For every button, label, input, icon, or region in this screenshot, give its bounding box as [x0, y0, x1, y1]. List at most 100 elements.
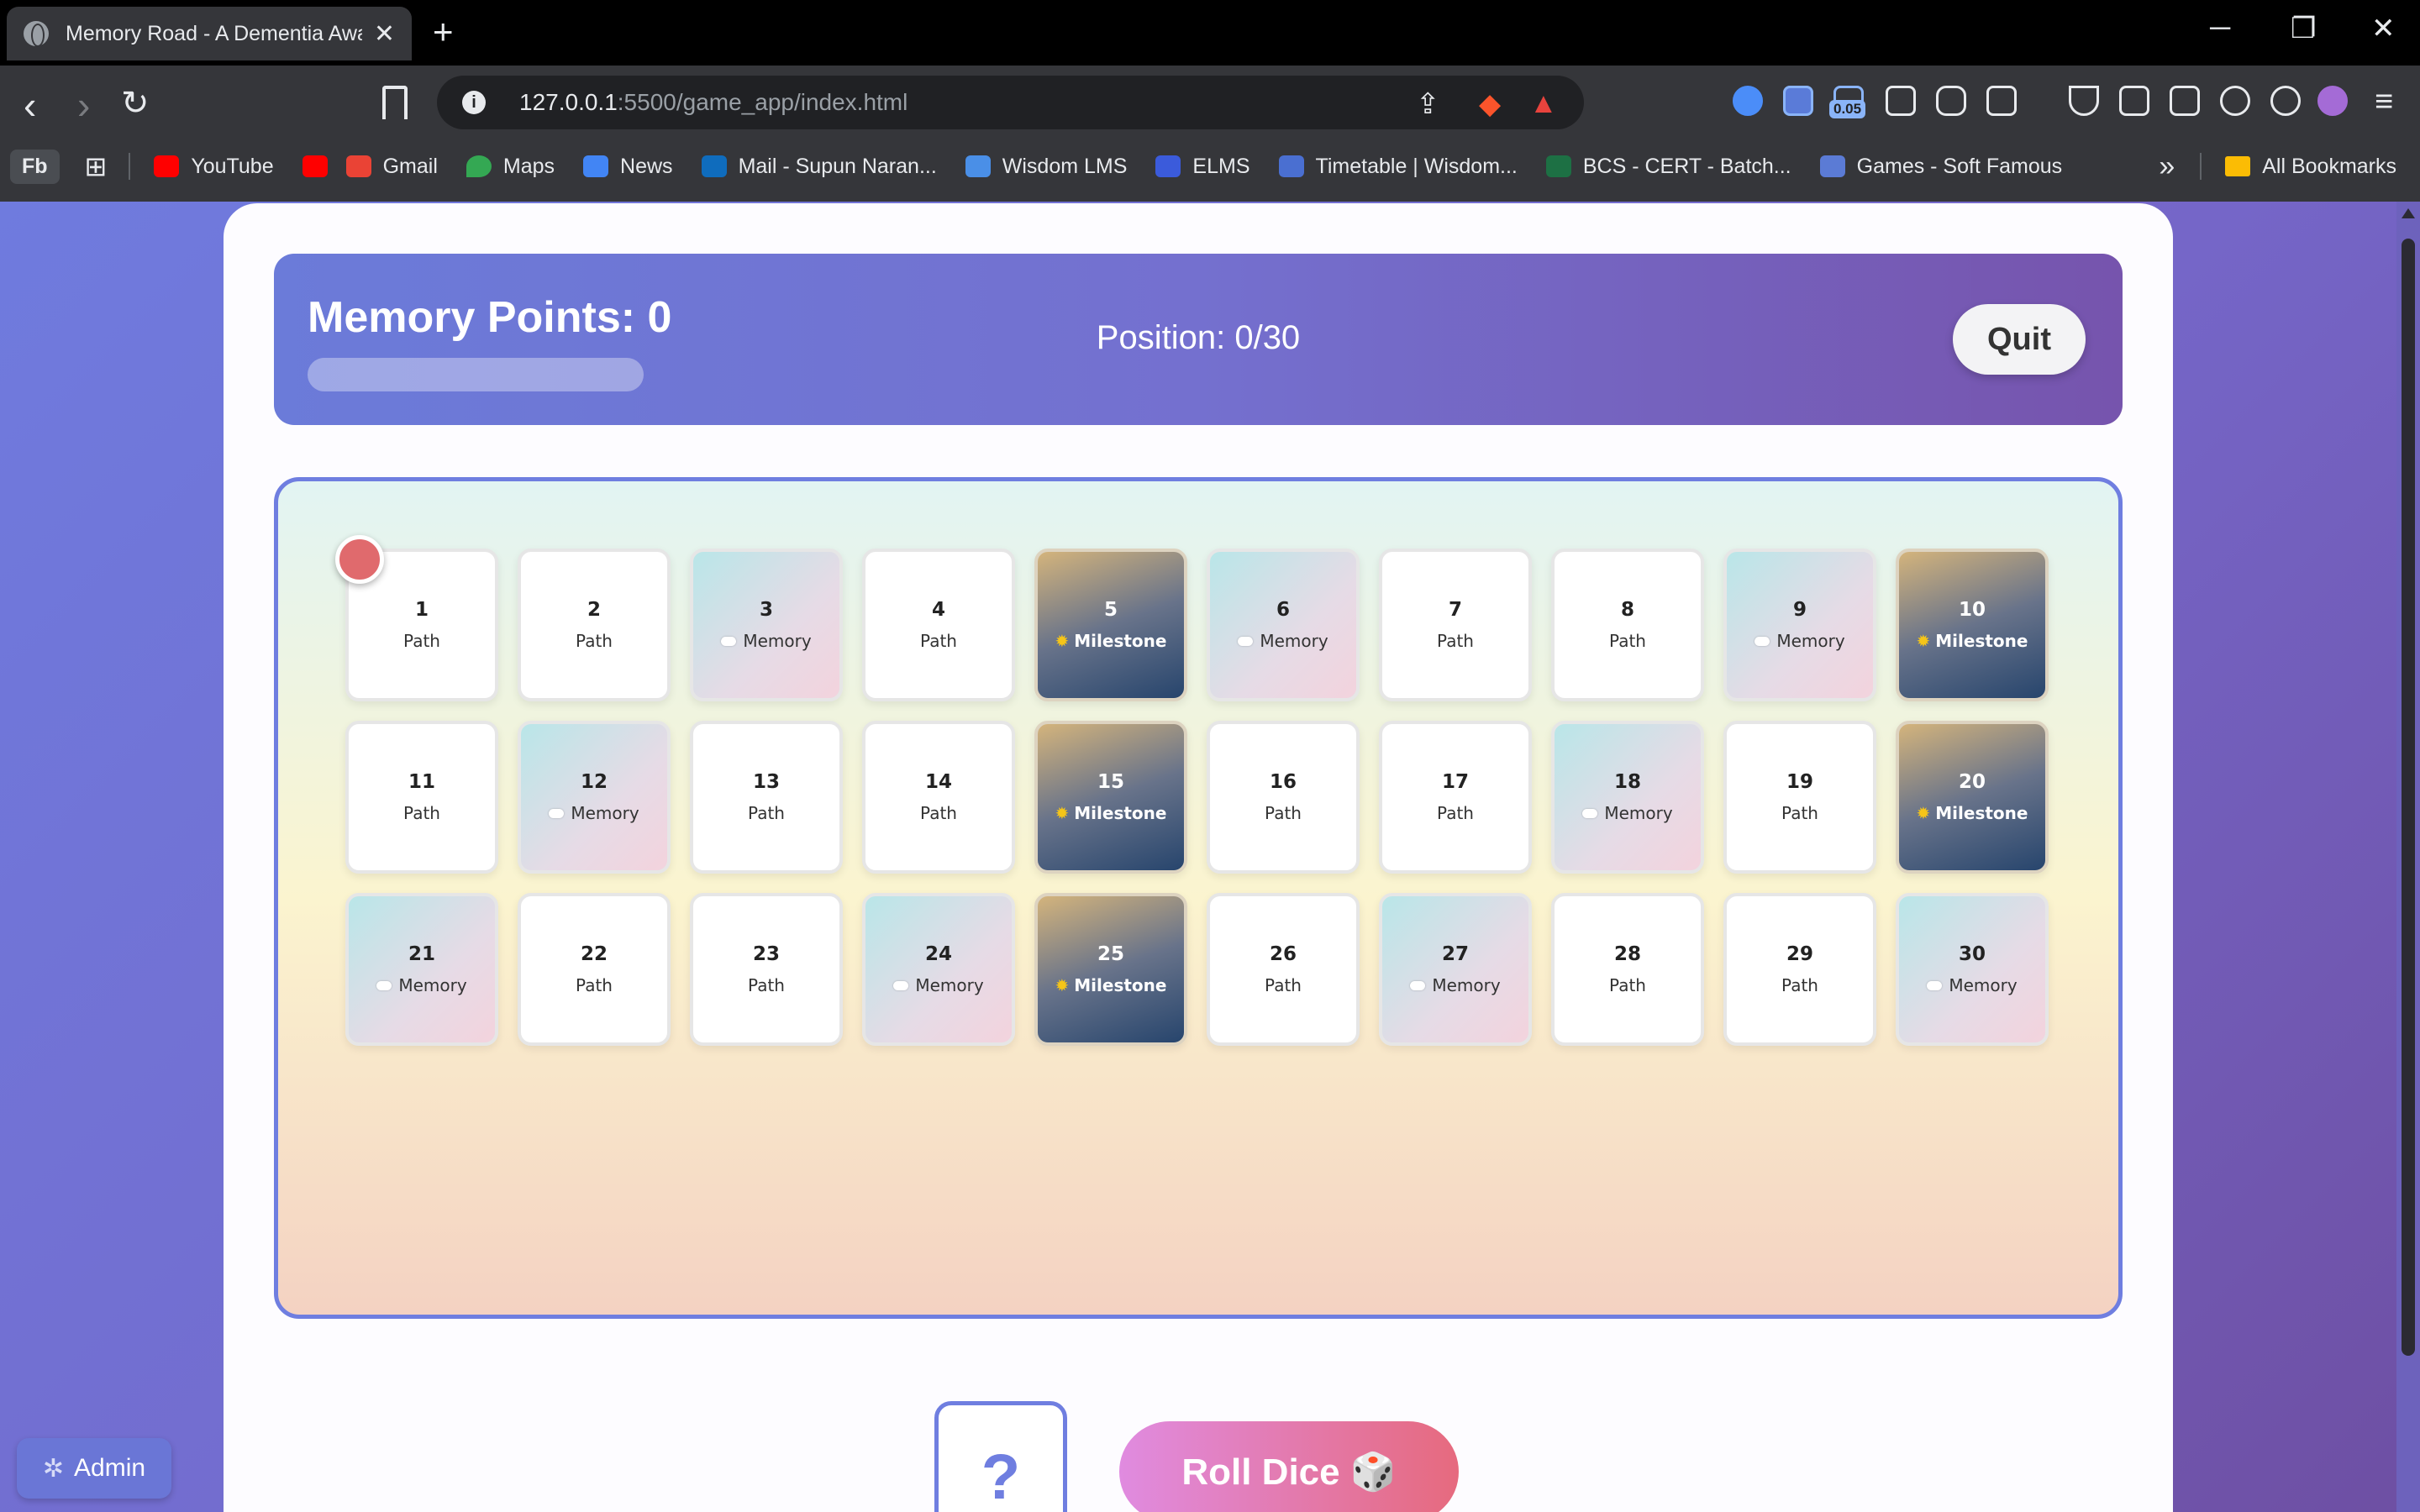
scrollbar-thumb[interactable]	[2402, 239, 2415, 1356]
brave-shield-icon[interactable]: ◆	[1479, 87, 1501, 121]
tile-label: ✹ Milestone	[1917, 803, 2028, 823]
bookmark-separator	[2200, 153, 2202, 180]
graduation-cap-icon	[1278, 155, 1304, 177]
cloud-icon	[376, 980, 392, 990]
window-close-icon[interactable]: ✕	[2371, 12, 2396, 45]
tile-number: 23	[752, 943, 780, 965]
address-bar[interactable]: i 127.0.0.1 :5500/game_app/index.html ⇪ …	[437, 76, 1584, 129]
news-icon	[583, 155, 609, 177]
bookmark-wisdom-lms[interactable]: Wisdom LMS	[965, 155, 1127, 179]
bookmark-mail[interactable]: Mail - Supun Naran...	[701, 155, 937, 179]
tile-label: Memory	[376, 975, 467, 995]
folder-icon	[2225, 156, 2251, 176]
admin-button[interactable]: ✲ Admin	[17, 1438, 171, 1499]
find-extension-icon[interactable]	[1986, 86, 2017, 116]
brave-rewards-icon[interactable]: ▲	[1529, 87, 1558, 120]
bookmark-elms[interactable]: ELMS	[1155, 155, 1250, 179]
bookmark-games[interactable]: Games - Soft Famous	[1819, 155, 2062, 179]
reload-icon[interactable]: ↻	[121, 84, 150, 123]
screen-capture-extension-icon[interactable]	[1783, 86, 1813, 116]
back-icon[interactable]: ‹	[24, 82, 36, 128]
scrollbar[interactable]	[2396, 202, 2420, 1512]
cloud-icon	[549, 808, 565, 818]
tab-close-icon[interactable]: ✕	[374, 19, 395, 49]
cloud-icon	[1410, 980, 1426, 990]
bookmark-page-icon[interactable]	[382, 86, 408, 119]
tile-label-text: Path	[403, 631, 440, 651]
apps-grid-icon[interactable]: ⊞	[85, 150, 108, 182]
wisdom-icon	[965, 155, 991, 177]
menu-icon[interactable]: ≡	[2375, 84, 2393, 120]
tile-number: 20	[1958, 771, 1986, 793]
tile-label-text: Milestone	[1935, 631, 2028, 651]
tile-number: 29	[1786, 943, 1813, 965]
wallet-icon[interactable]	[2170, 86, 2200, 116]
soft-famous-icon	[1819, 155, 1845, 177]
globe-icon	[24, 21, 49, 47]
bookmark-gmail[interactable]: Gmail	[345, 155, 438, 179]
bookmark-youtube-2[interactable]	[302, 155, 328, 177]
site-info-icon[interactable]: i	[462, 91, 486, 114]
tile-number: 15	[1097, 771, 1124, 793]
tile-number: 4	[931, 599, 945, 621]
bookmark-youtube[interactable]: YouTube	[154, 155, 274, 179]
board-tile-memory: 30 Memory	[1896, 893, 2049, 1046]
tile-label: Path	[1437, 803, 1474, 823]
board-tile-path: 26 Path	[1207, 893, 1360, 1046]
tile-number: 22	[580, 943, 608, 965]
tile-label-text: Path	[1609, 975, 1646, 995]
tile-number: 14	[924, 771, 952, 793]
dice-display: ?	[934, 1401, 1067, 1512]
tile-label: ✹ Milestone	[1055, 803, 1167, 823]
bookmark-maps[interactable]: Maps	[466, 155, 555, 179]
board-tiles: 1 Path 2 Path 3 Memory 4 Path 5 ✹ Milestone 6 Memory…	[345, 549, 2049, 1046]
tile-label-text: Path	[1265, 803, 1302, 823]
extensions-puzzle-icon[interactable]	[1936, 86, 1966, 116]
gear-icon: ✲	[42, 1454, 65, 1483]
board-tile-milestone: 25 ✹ Milestone	[1034, 893, 1187, 1046]
minimize-icon[interactable]: ─	[2210, 12, 2230, 45]
browser-tab-active[interactable]: Memory Road - A Dementia Awa ✕	[7, 7, 412, 60]
gmail-icon	[345, 155, 371, 177]
new-tab-button[interactable]: +	[433, 12, 454, 52]
vpn-icon[interactable]	[2270, 86, 2301, 116]
leo-ai-icon[interactable]	[2220, 86, 2250, 116]
bookmark-fb[interactable]: Fb	[10, 149, 60, 184]
restore-icon[interactable]: ❐	[2291, 12, 2316, 45]
admin-label: Admin	[74, 1454, 146, 1482]
scroll-up-arrow-icon[interactable]	[2402, 208, 2415, 218]
shazam-extension-icon[interactable]	[1733, 86, 1763, 116]
quit-button[interactable]: Quit	[1953, 304, 2086, 375]
board-tile-milestone: 10 ✹ Milestone	[1896, 549, 2049, 701]
image-extension-icon[interactable]	[1886, 86, 1916, 116]
sun-icon: ✹	[1055, 631, 1070, 651]
browser-toolbar: ‹ › ↻ i 127.0.0.1 :5500/game_app/index.h…	[0, 66, 2420, 202]
position-indicator: Position: 0/30	[1096, 319, 1301, 356]
all-bookmarks[interactable]: All Bookmarks	[2262, 155, 2396, 179]
bookmark-news[interactable]: News	[583, 155, 673, 179]
tile-label-text: Path	[748, 803, 785, 823]
tab-title: Memory Road - A Dementia Awa	[66, 21, 362, 45]
bookmark-bcs-cert[interactable]: BCS - CERT - Batch...	[1545, 155, 1791, 179]
tile-label: ✹ Milestone	[1055, 975, 1167, 995]
tile-number: 21	[408, 943, 435, 965]
board-tile-path: 22 Path	[518, 893, 671, 1046]
music-icon[interactable]	[2069, 86, 2099, 116]
sun-icon: ✹	[1916, 803, 1931, 823]
more-bookmarks-icon[interactable]: »	[2159, 150, 2175, 183]
share-icon[interactable]: ⇪	[1416, 87, 1440, 121]
profile-avatar[interactable]	[2317, 86, 2348, 116]
forward-icon[interactable]: ›	[77, 82, 90, 128]
tile-label-text: Memory	[1949, 975, 2018, 995]
url-path: :5500/game_app/index.html	[617, 89, 908, 115]
excel-icon	[1545, 155, 1571, 177]
tile-number: 7	[1448, 599, 1462, 621]
tile-number: 16	[1269, 771, 1297, 793]
board-tile-path: 23 Path	[690, 893, 843, 1046]
bookmark-timetable[interactable]: Timetable | Wisdom...	[1278, 155, 1518, 179]
bookmarks-bar: Fb ⊞ YouTube Gmail Maps News Mail - Supu…	[0, 139, 2420, 193]
tile-label: Path	[1437, 631, 1474, 651]
sidebar-icon[interactable]	[2119, 86, 2149, 116]
roll-dice-button[interactable]: Roll Dice 🎲	[1119, 1421, 1459, 1512]
cloud-icon	[1582, 808, 1598, 818]
